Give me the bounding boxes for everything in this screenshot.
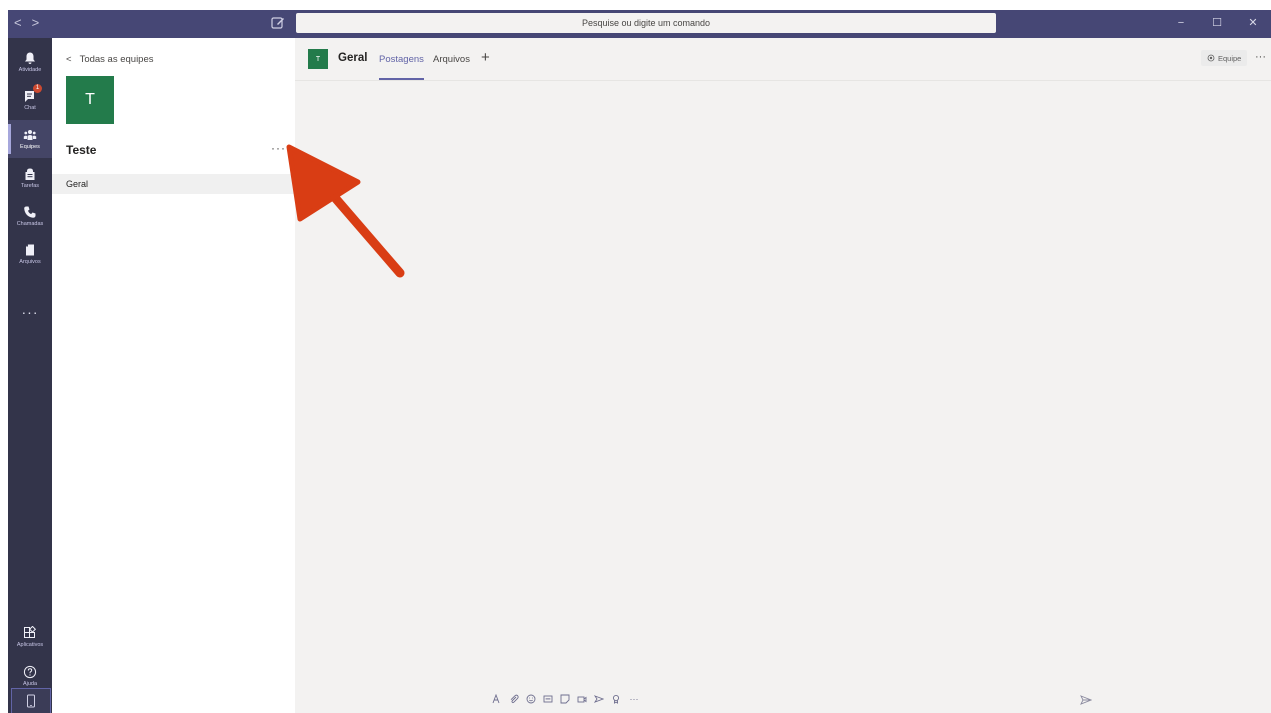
- mobile-app-button[interactable]: [11, 688, 51, 713]
- meet-now-icon[interactable]: [577, 694, 587, 704]
- teams-icon: [23, 130, 37, 140]
- tasks-icon: [25, 168, 35, 180]
- channel-view: T Geral Postagens Arquivos + Equipe ··· …: [295, 38, 1271, 713]
- team-button[interactable]: Equipe: [1201, 50, 1248, 66]
- teams-window: < > Pesquise ou digite um comando − ☐ ✕ …: [8, 10, 1271, 713]
- praise-icon[interactable]: [611, 694, 621, 704]
- chat-badge: 1: [33, 84, 42, 93]
- search-input[interactable]: Pesquise ou digite um comando: [296, 13, 996, 33]
- title-bar: < > Pesquise ou digite um comando − ☐ ✕: [8, 10, 1271, 38]
- channel-more-options-button[interactable]: ···: [1255, 51, 1266, 63]
- sticker-icon[interactable]: [560, 694, 570, 704]
- rail-item-arquivos[interactable]: Arquivos: [8, 235, 52, 273]
- channel-header: T Geral Postagens Arquivos + Equipe ···: [295, 38, 1271, 81]
- phone-icon: [24, 206, 36, 218]
- rail-item-atividade[interactable]: Atividade: [8, 43, 52, 81]
- help-icon: [23, 665, 37, 679]
- back-arrow-icon[interactable]: <: [14, 15, 22, 30]
- rail-label: Chat: [24, 105, 36, 111]
- rail-label: Arquivos: [19, 259, 41, 265]
- history-nav: < >: [14, 15, 39, 30]
- files-icon: [26, 244, 34, 256]
- channel-label: Geral: [66, 179, 89, 189]
- emoji-icon[interactable]: [526, 694, 536, 704]
- rail-label: Ajuda: [22, 681, 38, 687]
- new-chat-icon[interactable]: [270, 15, 286, 31]
- rail-label: Chamadas: [16, 221, 44, 227]
- add-tab-button[interactable]: +: [481, 49, 490, 66]
- rail-item-equipes[interactable]: Equipes: [8, 120, 52, 158]
- rail-item-tarefas[interactable]: Tarefas: [8, 159, 52, 197]
- search-placeholder: Pesquise ou digite um comando: [581, 18, 711, 28]
- rail-item-chat[interactable]: 1 Chat: [8, 81, 52, 119]
- minimize-icon[interactable]: −: [1163, 10, 1199, 38]
- bell-icon: [25, 52, 35, 64]
- mobile-phone-icon: [27, 694, 35, 708]
- all-teams-label: Todas as equipes: [79, 54, 154, 65]
- more-apps-ellipsis[interactable]: ···: [8, 304, 52, 320]
- more-options-icon[interactable]: ···: [628, 694, 640, 704]
- rail-label: Equipes: [20, 144, 40, 150]
- team-panel: < Todas as equipes T Teste ··· Geral: [52, 38, 295, 713]
- channel-title: Geral: [338, 52, 368, 64]
- forward-arrow-icon[interactable]: >: [32, 15, 40, 30]
- team-avatar: T: [66, 76, 114, 124]
- team-more-options-button[interactable]: ···: [271, 141, 286, 155]
- close-icon[interactable]: ✕: [1235, 10, 1271, 38]
- rail-item-aplicativos[interactable]: Aplicativos: [8, 618, 52, 656]
- team-name: Teste: [66, 143, 97, 157]
- chevron-left-icon: <: [66, 54, 72, 65]
- compose-tools: ···: [492, 694, 640, 704]
- rail-label: Aplicativos: [16, 642, 44, 648]
- stream-icon[interactable]: [594, 694, 604, 704]
- rail-label: Atividade: [18, 67, 42, 73]
- all-teams-link[interactable]: < Todas as equipes: [66, 54, 154, 65]
- eye-icon: [1207, 54, 1215, 62]
- apps-icon: [24, 626, 37, 638]
- channel-item-geral[interactable]: Geral: [52, 174, 295, 194]
- app-rail: Atividade 1 Chat Equipes Tarefas Chamada…: [8, 38, 52, 713]
- attach-icon[interactable]: [509, 694, 519, 704]
- channel-avatar: T: [308, 49, 328, 69]
- send-icon[interactable]: [1080, 694, 1092, 706]
- rail-item-chamadas[interactable]: Chamadas: [8, 197, 52, 235]
- team-button-label: Equipe: [1218, 53, 1242, 63]
- tab-postagens[interactable]: Postagens: [379, 54, 424, 80]
- format-icon[interactable]: [492, 694, 502, 704]
- rail-label: Tarefas: [20, 183, 40, 189]
- maximize-icon[interactable]: ☐: [1199, 10, 1235, 38]
- tab-arquivos[interactable]: Arquivos: [433, 54, 470, 65]
- window-controls: − ☐ ✕: [1163, 10, 1271, 38]
- compose-toolbar: ···: [295, 692, 1271, 713]
- gif-icon[interactable]: [543, 694, 553, 704]
